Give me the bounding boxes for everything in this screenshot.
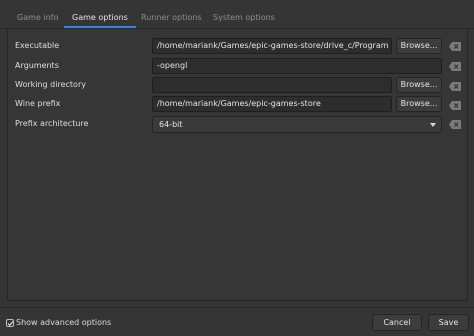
prefix-architecture-clear-icon[interactable] xyxy=(449,120,461,129)
cancel-button[interactable]: Cancel xyxy=(372,314,422,331)
wine-prefix-label: Wine prefix xyxy=(15,99,61,108)
save-button[interactable]: Save xyxy=(428,314,469,331)
wine-prefix-field[interactable]: /home/mariank/Games/epic-games-store xyxy=(152,96,392,112)
working-directory-field[interactable] xyxy=(152,77,392,93)
arguments-field[interactable]: -opengl xyxy=(152,58,442,74)
wine-prefix-clear-icon[interactable] xyxy=(449,101,461,110)
prefix-architecture-label: Prefix architecture xyxy=(15,119,89,128)
chevron-down-icon xyxy=(430,123,436,127)
show-advanced-checkbox[interactable] xyxy=(6,319,14,327)
executable-field[interactable]: /home/mariank/Games/epic-games-store/dri… xyxy=(152,38,392,54)
wine-prefix-browse-button[interactable]: Browse... xyxy=(396,96,442,112)
executable-clear-icon[interactable] xyxy=(449,42,461,51)
tab-bar: Game info Game options Runner options Sy… xyxy=(0,8,474,29)
prefix-architecture-dropdown[interactable]: 64-bit xyxy=(152,116,442,133)
executable-label: Executable xyxy=(15,41,60,50)
tab-system-options[interactable]: System options xyxy=(213,8,275,27)
working-directory-clear-icon[interactable] xyxy=(449,82,461,91)
arguments-clear-icon[interactable] xyxy=(449,62,461,71)
tab-game-options[interactable]: Game options xyxy=(64,8,136,28)
tab-game-info[interactable]: Game info xyxy=(17,8,58,27)
show-advanced-label[interactable]: Show advanced options xyxy=(16,317,111,329)
working-directory-label: Working directory xyxy=(15,80,86,89)
tab-runner-options[interactable]: Runner options xyxy=(141,8,202,27)
dialog-footer: Show advanced options Cancel Save xyxy=(0,307,474,336)
executable-browse-button[interactable]: Browse... xyxy=(396,38,442,54)
prefix-architecture-value: 64-bit xyxy=(159,120,183,129)
working-directory-browse-button[interactable]: Browse... xyxy=(396,77,442,93)
arguments-label: Arguments xyxy=(15,61,59,70)
